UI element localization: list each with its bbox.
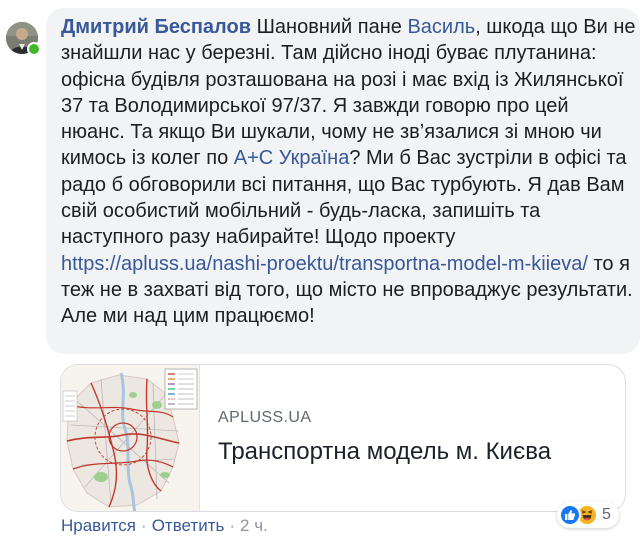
reaction-count: 5	[602, 506, 611, 523]
project-url-link[interactable]: https://apluss.ua/nashi-proektu/transpor…	[61, 253, 588, 275]
avatar-wrapper[interactable]	[6, 22, 41, 56]
comment-body: Дмитрий Беспалов Шановний пане Василь, ш…	[61, 14, 637, 330]
like-action-link[interactable]: Нравится	[61, 516, 136, 535]
map-thumbnail-image	[61, 365, 199, 511]
reply-action-link[interactable]: Ответить	[152, 516, 225, 535]
laughing-face-glyph	[581, 510, 593, 521]
mention-link-vasyl[interactable]: Василь	[407, 16, 475, 38]
reactions-summary[interactable]: 5	[557, 502, 619, 528]
action-separator: ·	[141, 516, 147, 535]
like-icon	[559, 504, 581, 526]
action-separator: ·	[229, 516, 236, 535]
online-status-dot	[27, 42, 41, 56]
comment-actions: Нравится · Ответить · 2 ч.	[61, 516, 268, 536]
preview-title[interactable]: Транспортна модель м. Києва	[218, 438, 551, 466]
preview-map-thumbnail	[61, 365, 200, 511]
thumbs-up-glyph	[565, 510, 576, 520]
comment-text-segment: Шановний пане	[251, 16, 408, 38]
comment-author-link[interactable]: Дмитрий Беспалов	[61, 16, 251, 38]
comment-timestamp[interactable]: 2 ч.	[240, 516, 268, 535]
preview-domain: APLUSS.UA	[218, 409, 312, 426]
link-preview-card[interactable]: APLUSS.UA Транспортна модель м. Києва	[60, 364, 626, 512]
mention-link-company[interactable]: A+C Україна	[234, 147, 350, 169]
